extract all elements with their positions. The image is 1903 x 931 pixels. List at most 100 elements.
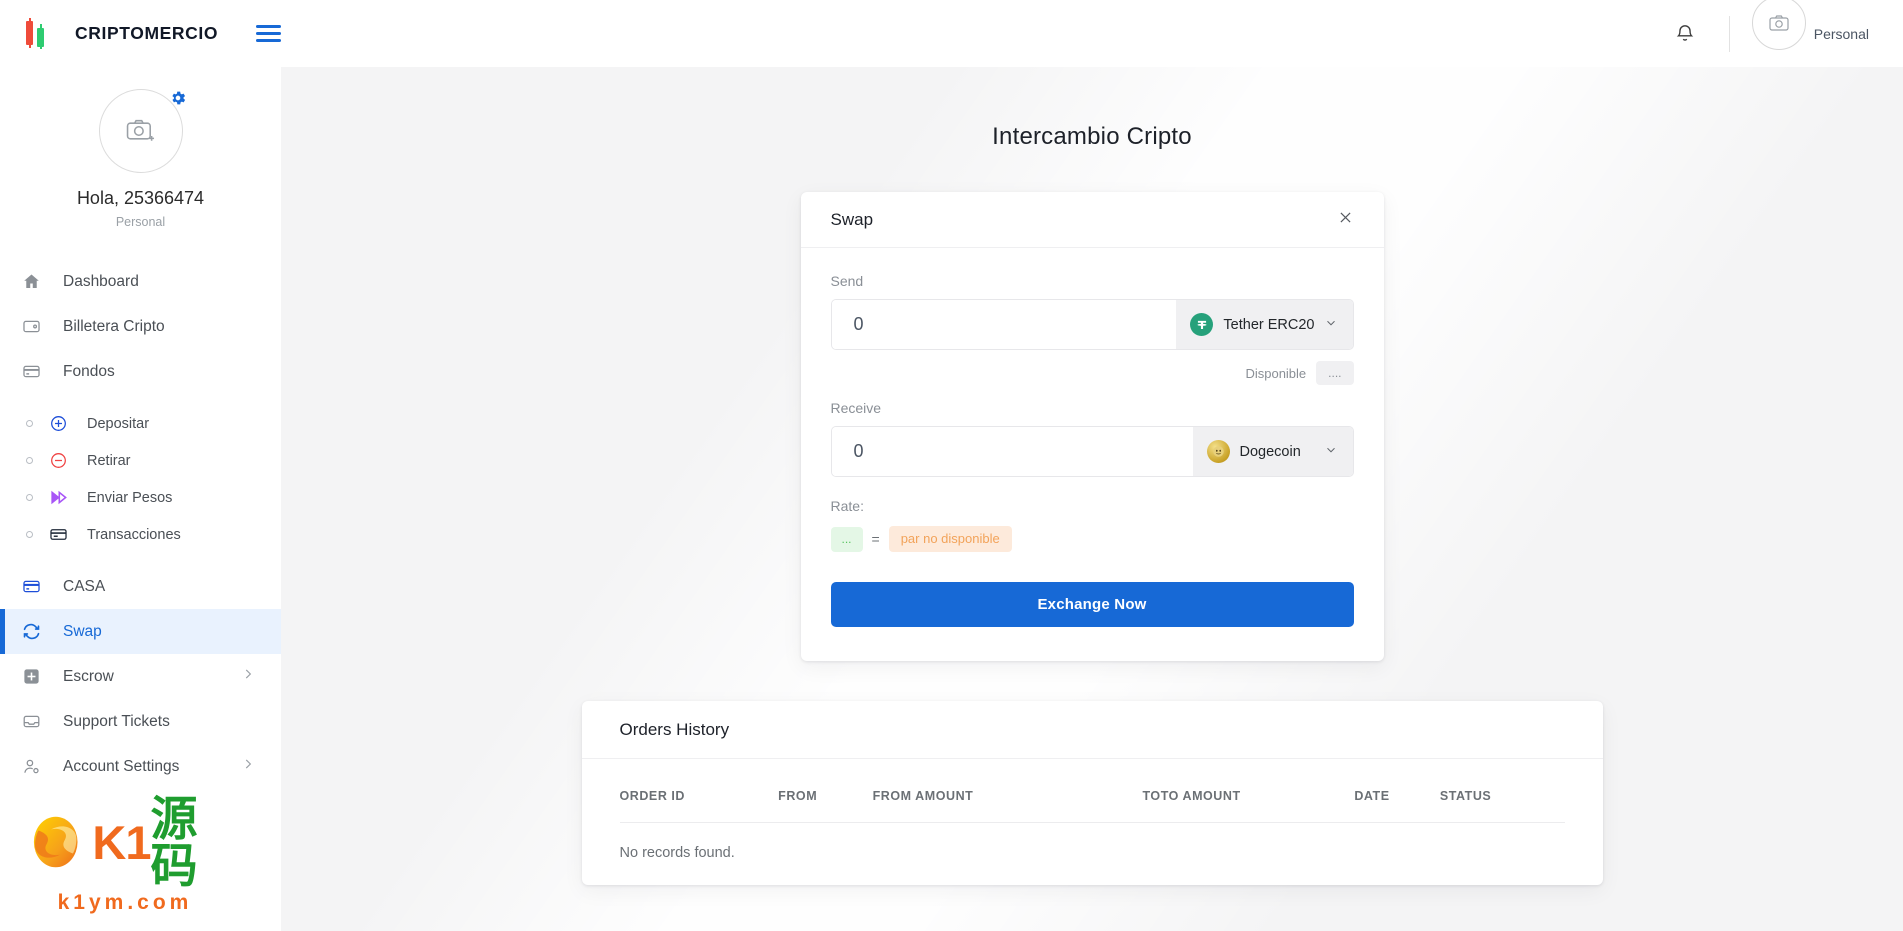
sidebar-item-dashboard[interactable]: Dashboard	[0, 259, 281, 304]
chevron-right-icon	[241, 667, 255, 686]
casa-card-icon	[22, 577, 52, 596]
sidebar-item-label: Dashboard	[63, 272, 139, 290]
camera-avatar-icon	[1751, 0, 1806, 50]
column-to: TO	[1142, 789, 1161, 804]
watermark-logo: K1 源码 k1ym.com	[27, 795, 223, 915]
swap-card: Swap Send 0 Tether ERC20 Disponible ....…	[800, 192, 1384, 662]
swap-refresh-icon	[22, 622, 52, 641]
sidebar-item-label: Transacciones	[87, 526, 181, 543]
candlestick-logo-icon	[24, 17, 47, 49]
gear-icon[interactable]	[167, 87, 189, 109]
orders-history-header: Orders History	[581, 701, 1603, 760]
sidebar-item-label: Support Tickets	[63, 712, 170, 730]
watermark-cn: 源码	[150, 792, 198, 892]
rate-label: Rate:	[830, 498, 864, 514]
send-coin-select[interactable]: Tether ERC20	[1176, 300, 1353, 349]
top-bar: CRIPTOMERCIO Personal	[0, 0, 1903, 67]
sidebar-item-enviar-pesos[interactable]: Enviar Pesos	[0, 479, 281, 516]
rate-to-value: par no disponible	[888, 526, 1012, 553]
page-title: Intercambio Cripto	[992, 123, 1192, 150]
sidebar-item-label: Retirar	[87, 452, 131, 469]
sidebar-item-swap[interactable]: Swap	[0, 609, 281, 654]
orders-history-card: Orders History ORDER ID FROM FROM AMOUNT…	[581, 701, 1603, 886]
escrow-plus-icon	[22, 667, 52, 686]
exchange-now-button[interactable]: Exchange Now	[830, 582, 1354, 628]
column-date: DATE	[1354, 789, 1390, 804]
sidebar-item-escrow[interactable]: Escrow	[0, 654, 281, 699]
app-root: CRIPTOMERCIO Personal Hola, 25366474 Per…	[0, 0, 1903, 931]
rate-row: ... = par no disponible	[830, 526, 1354, 553]
send-label: Send	[830, 273, 864, 289]
watermark-url: k1ym.com	[57, 891, 193, 914]
bullet-icon	[26, 420, 33, 427]
column-from: FROM	[778, 789, 818, 804]
sidebar-item-billetera-cripto[interactable]: Billetera Cripto	[0, 304, 281, 349]
bullet-icon	[26, 457, 33, 464]
orders-empty-message: No records found.	[619, 822, 1565, 886]
receive-amount-input[interactable]	[831, 427, 1193, 476]
rate-from-value: ...	[830, 526, 863, 552]
watermark-mark-icon	[33, 816, 78, 868]
chevron-right-icon	[241, 757, 255, 776]
available-value: ....	[1316, 361, 1354, 385]
close-icon[interactable]	[1337, 209, 1354, 230]
hamburger-menu-icon[interactable]	[256, 21, 281, 46]
top-bar-right: Personal	[1663, 0, 1903, 67]
plus-circle-icon	[49, 414, 75, 433]
minus-circle-icon	[49, 451, 75, 470]
receive-coin-select[interactable]: Dogecoin	[1192, 427, 1353, 476]
sidebar-item-label: Escrow	[63, 667, 114, 685]
sidebar-item-label: Account Settings	[63, 757, 180, 775]
sidebar-item-account-settings[interactable]: Account Settings	[0, 744, 281, 789]
chevron-down-icon	[1325, 316, 1337, 334]
home-icon	[22, 272, 52, 291]
bell-icon[interactable]	[1663, 12, 1707, 56]
sidebar-item-label: CASA	[63, 577, 106, 595]
send-coin-name: Tether ERC20	[1223, 316, 1315, 333]
send-field-row: Tether ERC20	[830, 299, 1354, 350]
top-bar-username: Personal	[1813, 25, 1869, 42]
swap-card-title: Swap	[830, 209, 874, 229]
fast-forward-icon	[49, 488, 75, 507]
card-icon	[22, 362, 52, 381]
sidebar-profile: Hola, 25366474 Personal	[0, 67, 281, 229]
avatar[interactable]	[98, 89, 185, 173]
sidebar: Hola, 25366474 Personal Dashboard Billet…	[0, 67, 281, 931]
brand-zone: CRIPTOMERCIO	[0, 0, 281, 67]
sidebar-item-fondos[interactable]: Fondos	[0, 349, 281, 394]
inbox-icon	[22, 712, 52, 731]
user-settings-icon	[22, 757, 52, 776]
sidebar-item-casa[interactable]: CASA	[0, 564, 281, 609]
receive-field-row: Dogecoin	[830, 426, 1354, 477]
table-row: No records found.	[619, 822, 1565, 886]
wallet-icon	[22, 317, 52, 336]
sidebar-item-label: Swap	[63, 622, 102, 640]
swap-card-header: Swap	[800, 192, 1384, 248]
dogecoin-icon	[1206, 440, 1230, 463]
column-order-id: ORDER ID	[619, 789, 686, 804]
main-content: Intercambio Cripto Swap Send 0 Tether ER…	[281, 67, 1903, 931]
tether-icon	[1190, 313, 1214, 336]
column-from-amount: FROM AMOUNT	[872, 789, 974, 804]
transactions-card-icon	[49, 525, 75, 544]
sidebar-item-depositar[interactable]: Depositar	[0, 405, 281, 442]
sidebar-item-retirar[interactable]: Retirar	[0, 442, 281, 479]
available-row: Disponible ....	[831, 361, 1354, 385]
bullet-icon	[26, 494, 33, 501]
sidebar-item-support-tickets[interactable]: Support Tickets	[0, 699, 281, 744]
bullet-icon	[26, 531, 33, 538]
rate-equals: =	[871, 531, 880, 548]
orders-table-header-row: ORDER ID FROM FROM AMOUNT TO TO AMOUNT D…	[620, 789, 1565, 823]
sidebar-item-label: Enviar Pesos	[87, 489, 173, 506]
column-to-amount: TO AMOUNT	[1160, 789, 1241, 804]
orders-history-body: ORDER ID FROM FROM AMOUNT TO TO AMOUNT D…	[582, 759, 1603, 886]
send-amount-input[interactable]	[831, 300, 1177, 349]
column-status: STATUS	[1439, 789, 1492, 804]
profile-greeting: Hola, 25366474	[76, 188, 205, 208]
sidebar-item-label: Billetera Cripto	[63, 317, 165, 335]
sidebar-item-transacciones[interactable]: Transacciones	[0, 516, 281, 553]
user-menu[interactable]: Personal	[1751, 0, 1869, 50]
top-bar-divider	[1728, 15, 1730, 52]
orders-history-title: Orders History	[619, 719, 730, 739]
